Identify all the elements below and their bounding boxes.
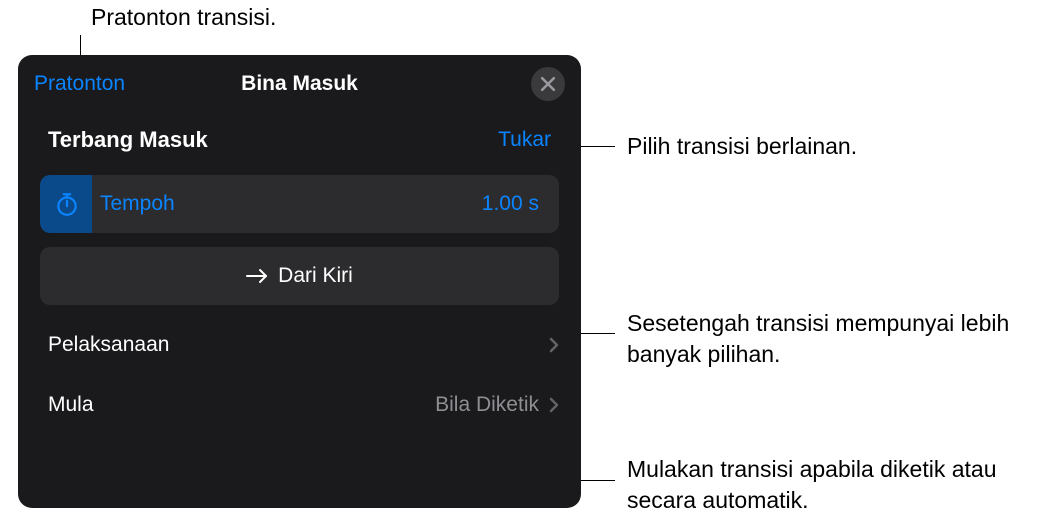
preview-button[interactable]: Pratonton xyxy=(34,72,125,96)
panel-header: Pratonton Bina Masuk xyxy=(18,55,581,109)
panel-title: Bina Masuk xyxy=(241,72,358,96)
start-value: Bila Diketik xyxy=(435,393,539,417)
close-button[interactable] xyxy=(531,67,565,101)
delivery-row[interactable]: Pelaksanaan xyxy=(18,315,581,375)
start-row[interactable]: Mula Bila Diketik xyxy=(18,375,581,435)
start-label: Mula xyxy=(48,393,94,417)
duration-label: Tempoh xyxy=(100,192,175,216)
effect-header: Terbang Masuk Tukar xyxy=(18,109,581,171)
delivery-label: Pelaksanaan xyxy=(48,333,169,357)
callout-line xyxy=(575,480,615,481)
change-button[interactable]: Tukar xyxy=(498,128,551,152)
callout-start: Mulakan transisi apabila diketik atau se… xyxy=(627,454,1059,516)
arrow-right-icon xyxy=(246,268,268,284)
direction-label: Dari Kiri xyxy=(278,264,353,288)
stopwatch-icon xyxy=(54,191,80,217)
chevron-right-icon xyxy=(549,337,559,353)
chevron-right-icon xyxy=(549,397,559,413)
close-icon xyxy=(541,77,555,91)
duration-value: 1.00 s xyxy=(482,192,539,216)
callout-direction-line1: Sesetengah transisi mempunyai lebih bany… xyxy=(627,308,1059,370)
callout-line xyxy=(575,333,615,334)
callout-change: Pilih transisi berlainan. xyxy=(627,131,857,162)
direction-button[interactable]: Dari Kiri xyxy=(40,247,559,305)
build-in-panel: Pratonton Bina Masuk Terbang Masuk Tukar… xyxy=(18,55,581,508)
duration-slider[interactable]: Tempoh 1.00 s xyxy=(40,175,559,233)
callout-preview: Pratonton transisi. xyxy=(91,2,276,33)
effect-name: Terbang Masuk xyxy=(48,127,208,153)
